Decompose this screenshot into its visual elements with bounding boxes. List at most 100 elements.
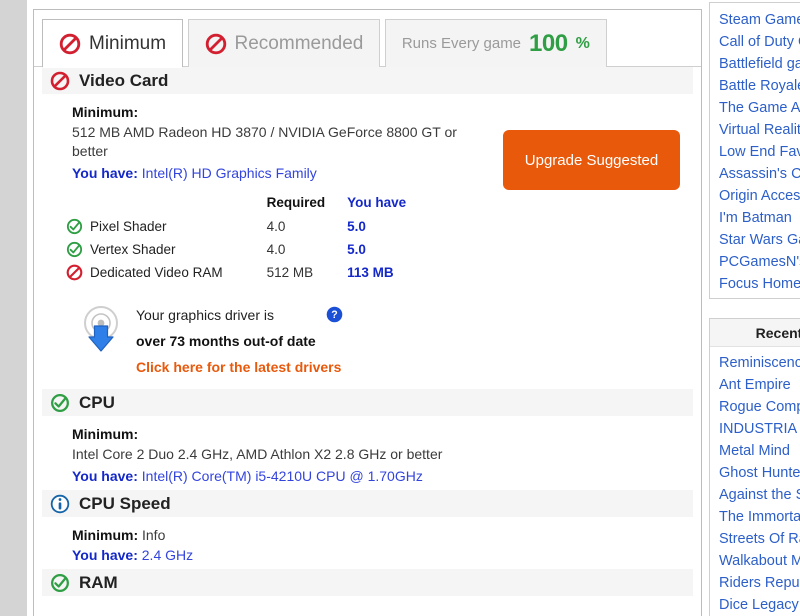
driver-line-1: Your graphics driver is ? <box>136 306 343 323</box>
spec-col-required: Required <box>266 195 326 210</box>
driver-notice-text: Your graphics driver is ? over 73 months… <box>136 304 343 375</box>
left-gutter <box>0 0 27 616</box>
green-check-icon <box>66 241 83 258</box>
cpu-speed-minimum: Minimum: Info <box>72 527 701 543</box>
green-check-icon <box>50 393 70 413</box>
tab-minimum[interactable]: Minimum <box>42 19 184 68</box>
tab-minimum-label: Minimum <box>89 32 167 54</box>
cpu-you-have-value: Intel(R) Core(TM) i5-4210U CPU @ 1.70GHz <box>141 468 423 484</box>
list-item: Assassin's C <box>710 163 800 185</box>
list-item: Virtual Reality <box>710 119 800 141</box>
list-item: Ant Empire <box>710 374 800 396</box>
runs-percent-symbol: % <box>575 34 590 52</box>
sidebar-link-focus-home[interactable]: Focus Home <box>710 273 800 295</box>
sidebar-link-metal-mind[interactable]: Metal Mind <box>710 440 800 462</box>
sidebar-link-star-wars-games[interactable]: Star Wars Ga <box>710 229 800 251</box>
sidebar-link-against-the-storm[interactable]: Against the S <box>710 484 800 506</box>
sidebar-link-battlefield[interactable]: Battlefield ga <box>710 53 800 75</box>
sidebar-link-virtual-reality[interactable]: Virtual Reality <box>710 119 800 141</box>
cpu-you-have-key: You have: <box>72 468 138 484</box>
section-title-cpu: CPU <box>79 392 115 412</box>
green-check-icon <box>66 218 83 235</box>
sidebar-link-reminiscence[interactable]: Reminiscence <box>710 352 800 374</box>
list-item: Walkabout M <box>710 550 800 572</box>
sidebar-link-riders-republic[interactable]: Riders Republ <box>710 572 800 594</box>
question-help-icon[interactable]: ? <box>326 306 343 323</box>
sidebar-link-battle-royale[interactable]: Battle Royale <box>710 75 800 97</box>
runs-percent-value: 100 <box>529 29 568 57</box>
sidebar-link-industria[interactable]: INDUSTRIA <box>710 418 800 440</box>
cpu-speed-minimum-key: Minimum: <box>72 527 139 543</box>
sidebar-link-pcgamesn[interactable]: PCGamesN's <box>710 251 800 273</box>
sidebar-link-call-of-duty[interactable]: Call of Duty G <box>710 31 800 53</box>
spec-row-you-have: 5.0 <box>347 242 366 257</box>
table-row: Vertex Shader 4.0 5.0 <box>66 238 406 261</box>
sidebar-link-ant-empire[interactable]: Ant Empire <box>710 374 800 396</box>
cpu-requirement: Intel Core 2 Duo 2.4 GHz, AMD Athlon X2 … <box>72 446 443 462</box>
sidebar-panel-recent: Recent Reminiscence Ant Empire Rogue Com… <box>709 318 800 616</box>
list-item: Against the S <box>710 484 800 506</box>
list-item: Focus Home <box>710 273 800 295</box>
video-card-spec-table: Required You have Pixel Shader 4.0 5.0 V… <box>66 195 406 284</box>
sidebar-list-recent: Reminiscence Ant Empire Rogue Comp INDUS… <box>710 347 800 616</box>
video-card-requirement: 512 MB AMD Radeon HD 3870 / NVIDIA GeFor… <box>72 124 457 159</box>
video-card-you-have-value: Intel(R) HD Graphics Family <box>141 165 317 181</box>
list-item: Star Wars Ga <box>710 229 800 251</box>
sidebar-panel-game-lists: Steam Games Call of Duty G Battlefield g… <box>709 2 800 299</box>
sidebar-link-origin-access[interactable]: Origin Access <box>710 185 800 207</box>
list-item: The Game Aw <box>710 97 800 119</box>
cpu-body: Minimum: Intel Core 2 Duo 2.4 GHz, AMD A… <box>34 416 701 490</box>
sidebar-recent-header: Recent <box>710 319 800 347</box>
list-item: I'm Batman <box>710 207 800 229</box>
sidebar-link-im-batman[interactable]: I'm Batman <box>710 207 800 229</box>
list-item: Battle Royale <box>710 75 800 97</box>
spec-row-name-cell: Dedicated Video RAM <box>66 264 249 281</box>
latest-drivers-link[interactable]: Click here for the latest drivers <box>136 359 343 375</box>
sidebar-link-steam-games[interactable]: Steam Games <box>710 9 800 31</box>
tab-recommended[interactable]: Recommended <box>187 19 381 67</box>
tab-recommended-label: Recommended <box>234 32 364 54</box>
no-entry-icon <box>59 33 81 55</box>
right-sidebar: Steam Games Call of Duty G Battlefield g… <box>709 0 800 616</box>
green-check-icon <box>50 573 70 593</box>
video-card-body: Minimum: 512 MB AMD Radeon HD 3870 / NVI… <box>34 94 701 389</box>
sidebar-list-game-lists: Steam Games Call of Duty G Battlefield g… <box>710 3 800 298</box>
tab-runs-label: Runs Every game <box>401 35 522 52</box>
no-entry-icon <box>66 264 83 281</box>
cpu-minimum-label: Minimum: <box>72 426 139 442</box>
svg-text:?: ? <box>331 309 337 321</box>
spec-row-you-have: 5.0 <box>347 219 366 234</box>
section-header-cpu: CPU <box>42 389 693 416</box>
sidebar-link-ghost-hunter[interactable]: Ghost Hunter <box>710 462 800 484</box>
sidebar-link-game-awards[interactable]: The Game Aw <box>710 97 800 119</box>
spec-col-name <box>66 195 249 215</box>
list-item: Ghost Hunter <box>710 462 800 484</box>
cpu-speed-body: Minimum: Info You have: 2.4 GHz <box>34 517 701 569</box>
sidebar-link-the-immortal[interactable]: The Immortal <box>710 506 800 528</box>
upgrade-suggested-button[interactable]: Upgrade Suggested <box>503 130 680 190</box>
sidebar-link-walkabout-mini[interactable]: Walkabout M <box>710 550 800 572</box>
section-header-video-card: Video Card <box>42 67 693 94</box>
sidebar-link-assassins-creed[interactable]: Assassin's C <box>710 163 800 185</box>
video-card-you-have-key: You have: <box>72 165 138 181</box>
sidebar-link-dice-legacy[interactable]: Dice Legacy <box>710 594 800 616</box>
sidebar-link-rogue-company[interactable]: Rogue Comp <box>710 396 800 418</box>
driver-age-text: over 73 months out-of date <box>136 333 316 349</box>
spec-row-name-cell: Pixel Shader <box>66 218 249 235</box>
spec-row-label: Pixel Shader <box>90 219 167 234</box>
tab-runs-every-game[interactable]: Runs Every game 100 % <box>384 19 607 67</box>
list-item: Riders Republ <box>710 572 800 594</box>
list-item: Origin Access <box>710 185 800 207</box>
driver-notice: Your graphics driver is ? over 73 months… <box>78 304 701 375</box>
list-item: Call of Duty G <box>710 31 800 53</box>
sidebar-link-frostbite-3[interactable]: Frostbite 3 G <box>710 295 800 298</box>
list-item: Dice Legacy <box>710 594 800 616</box>
section-header-ram: RAM <box>42 569 693 596</box>
spec-row-required: 4.0 <box>266 219 286 234</box>
sidebar-link-streets-of-rage[interactable]: Streets Of Ra <box>710 528 800 550</box>
table-row: Pixel Shader 4.0 5.0 <box>66 215 406 238</box>
sidebar-link-low-end-favorites[interactable]: Low End Fav <box>710 141 800 163</box>
section-header-cpu-speed: CPU Speed <box>42 490 693 517</box>
spec-col-you-have: You have <box>347 195 407 210</box>
section-title-cpu-speed: CPU Speed <box>79 493 171 513</box>
